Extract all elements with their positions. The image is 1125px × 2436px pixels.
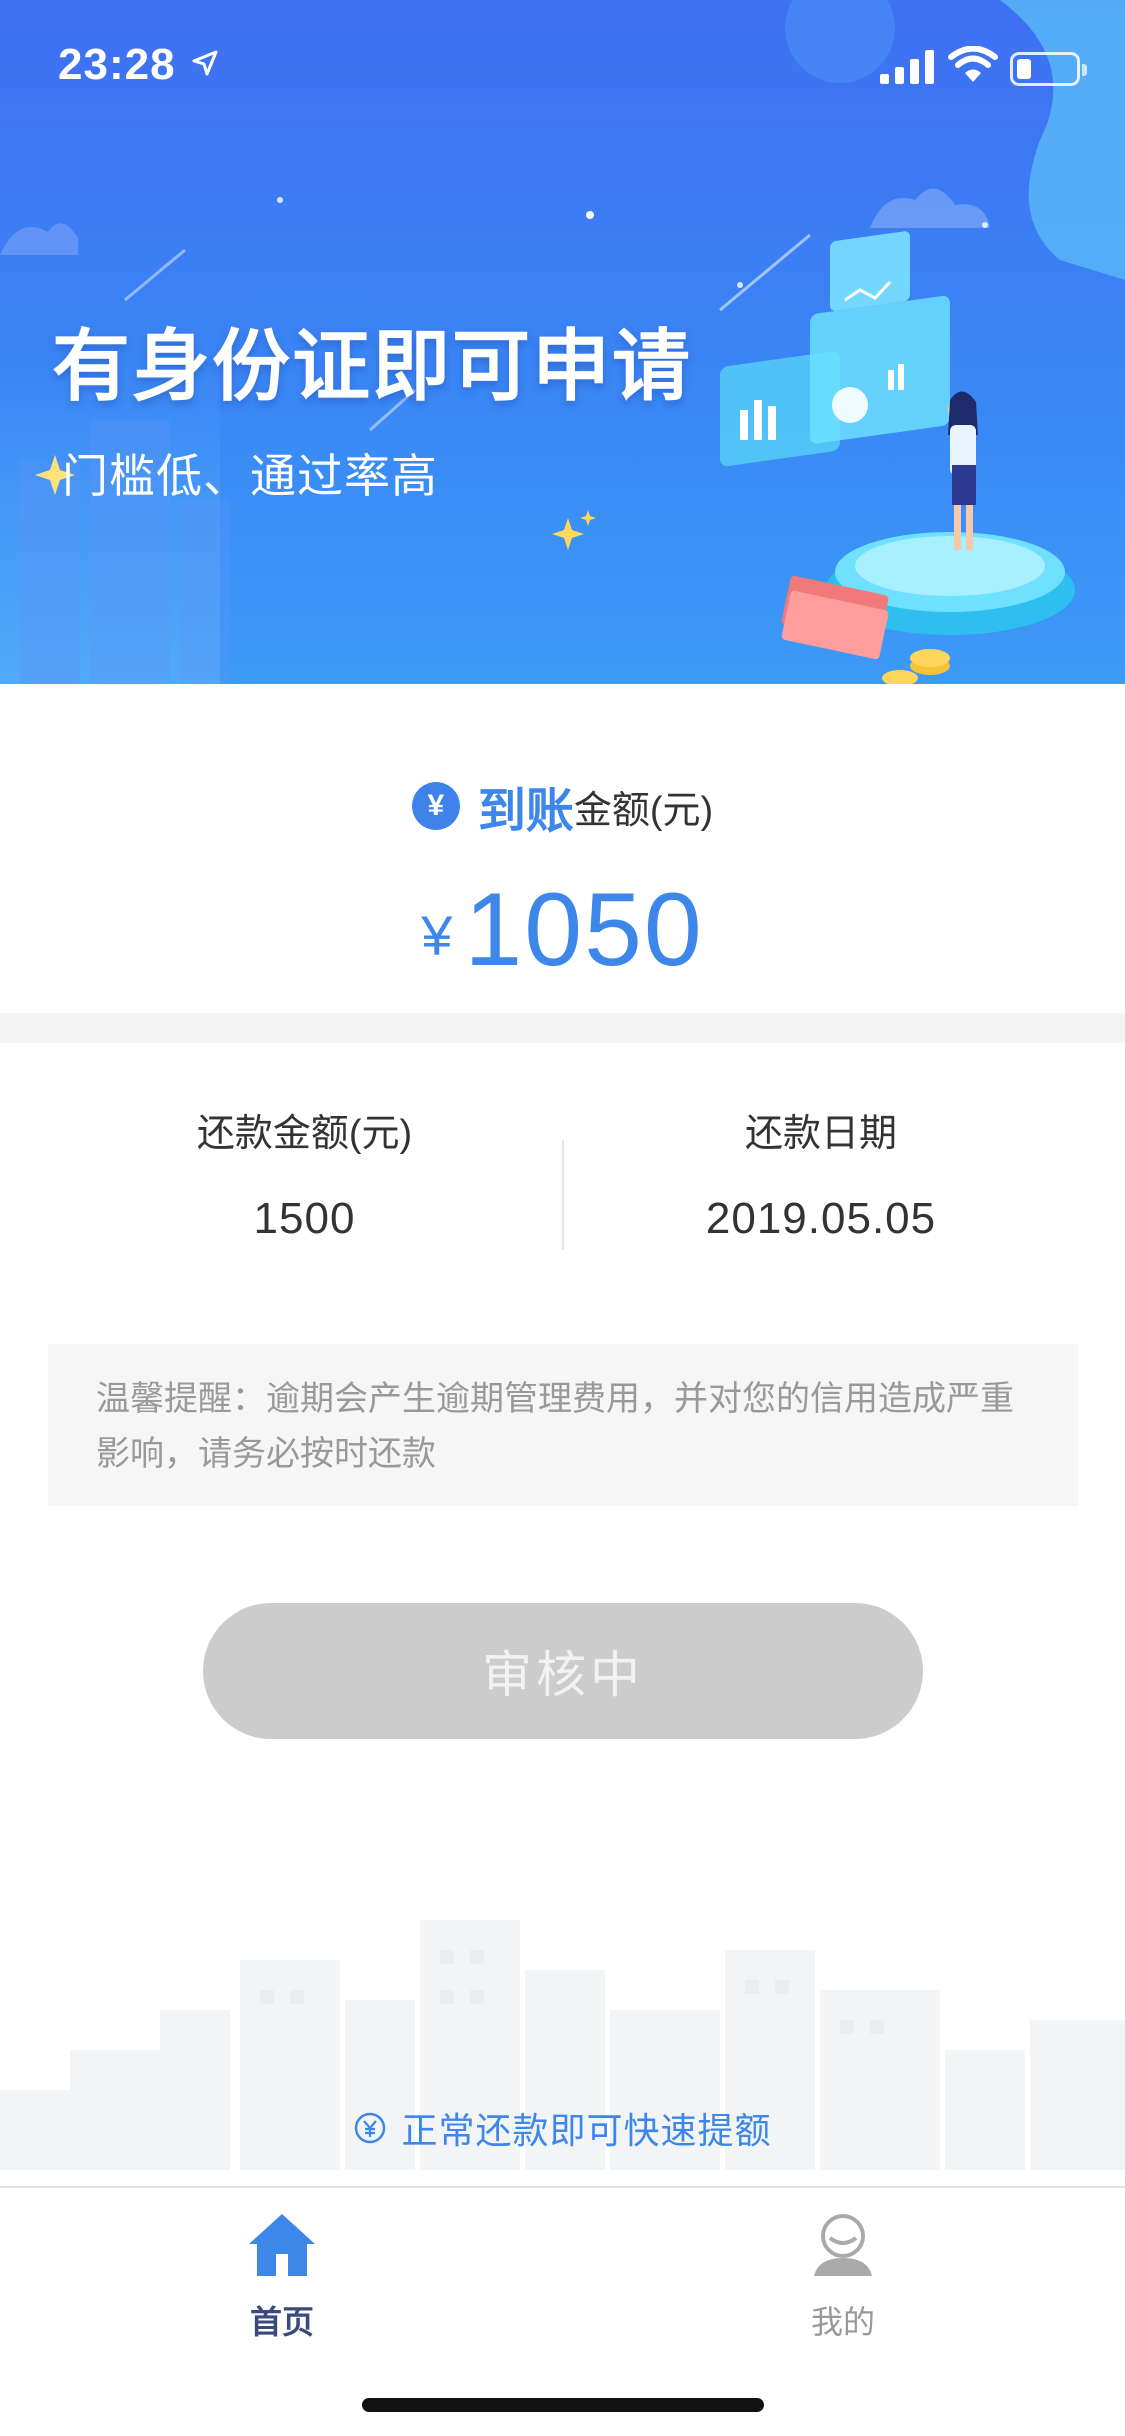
repayment-amount-block: 还款金额(元) 1500 [22,1104,587,1244]
currency-symbol: ¥ [421,904,453,967]
location-arrow-icon [192,50,218,76]
banner-subtitle: 门槛低、通过率高 [62,450,438,502]
repayment-date-value: 2019.05.05 [705,1194,937,1243]
yen-icon: ¥ [411,782,460,830]
section-divider [0,1013,1125,1043]
repayment-date-label: 还款日期 [744,1113,897,1155]
tab-home-label: 首页 [249,2304,314,2340]
banner-title: 有身份证即可申请 [52,322,693,410]
repayment-date-block: 还款日期 2019.05.05 [564,1104,1078,1244]
cellular-signal-icon [880,50,934,84]
arrival-amount: 1050 [464,872,704,988]
home-indicator[interactable] [362,2398,764,2412]
arrival-label-rest: 金额(元) [573,789,714,832]
repayment-amount-value: 1500 [253,1194,356,1243]
yen-circle-icon [355,2112,386,2144]
reminder-notice: 温馨提醒：逾期会产生逾期管理费用，并对您的信用造成严重影响，请务必按时还款 [48,1344,1078,1506]
quota-tip-text: 正常还款即可快速提额 [401,2110,772,2151]
under-review-button[interactable]: 审核中 [203,1603,923,1739]
arrival-amount-row: ¥ 1050 [0,870,1125,990]
arrival-label: ¥ 到账 金额(元) [0,778,1125,838]
arrival-highlight: 到账 [477,785,574,838]
status-time: 23:28 [58,40,176,89]
tab-profile-label: 我的 [810,2304,875,2340]
battery-icon [1010,52,1087,86]
profile-icon [814,2214,872,2276]
status-bar: 23:28 [0,0,1125,132]
promo-banner[interactable]: 23:28 有身份证即可申请 门槛低、通过率高 [0,0,1125,684]
home-icon [249,2214,315,2276]
wifi-icon [948,46,998,82]
quota-tip: 正常还款即可快速提额 [0,2098,1125,2158]
finance-illustration [720,231,1075,684]
tab-profile[interactable]: 我的 [743,2210,943,2343]
repayment-amount-label: 还款金额(元) [196,1113,413,1155]
tab-home[interactable]: 首页 [182,2210,382,2343]
